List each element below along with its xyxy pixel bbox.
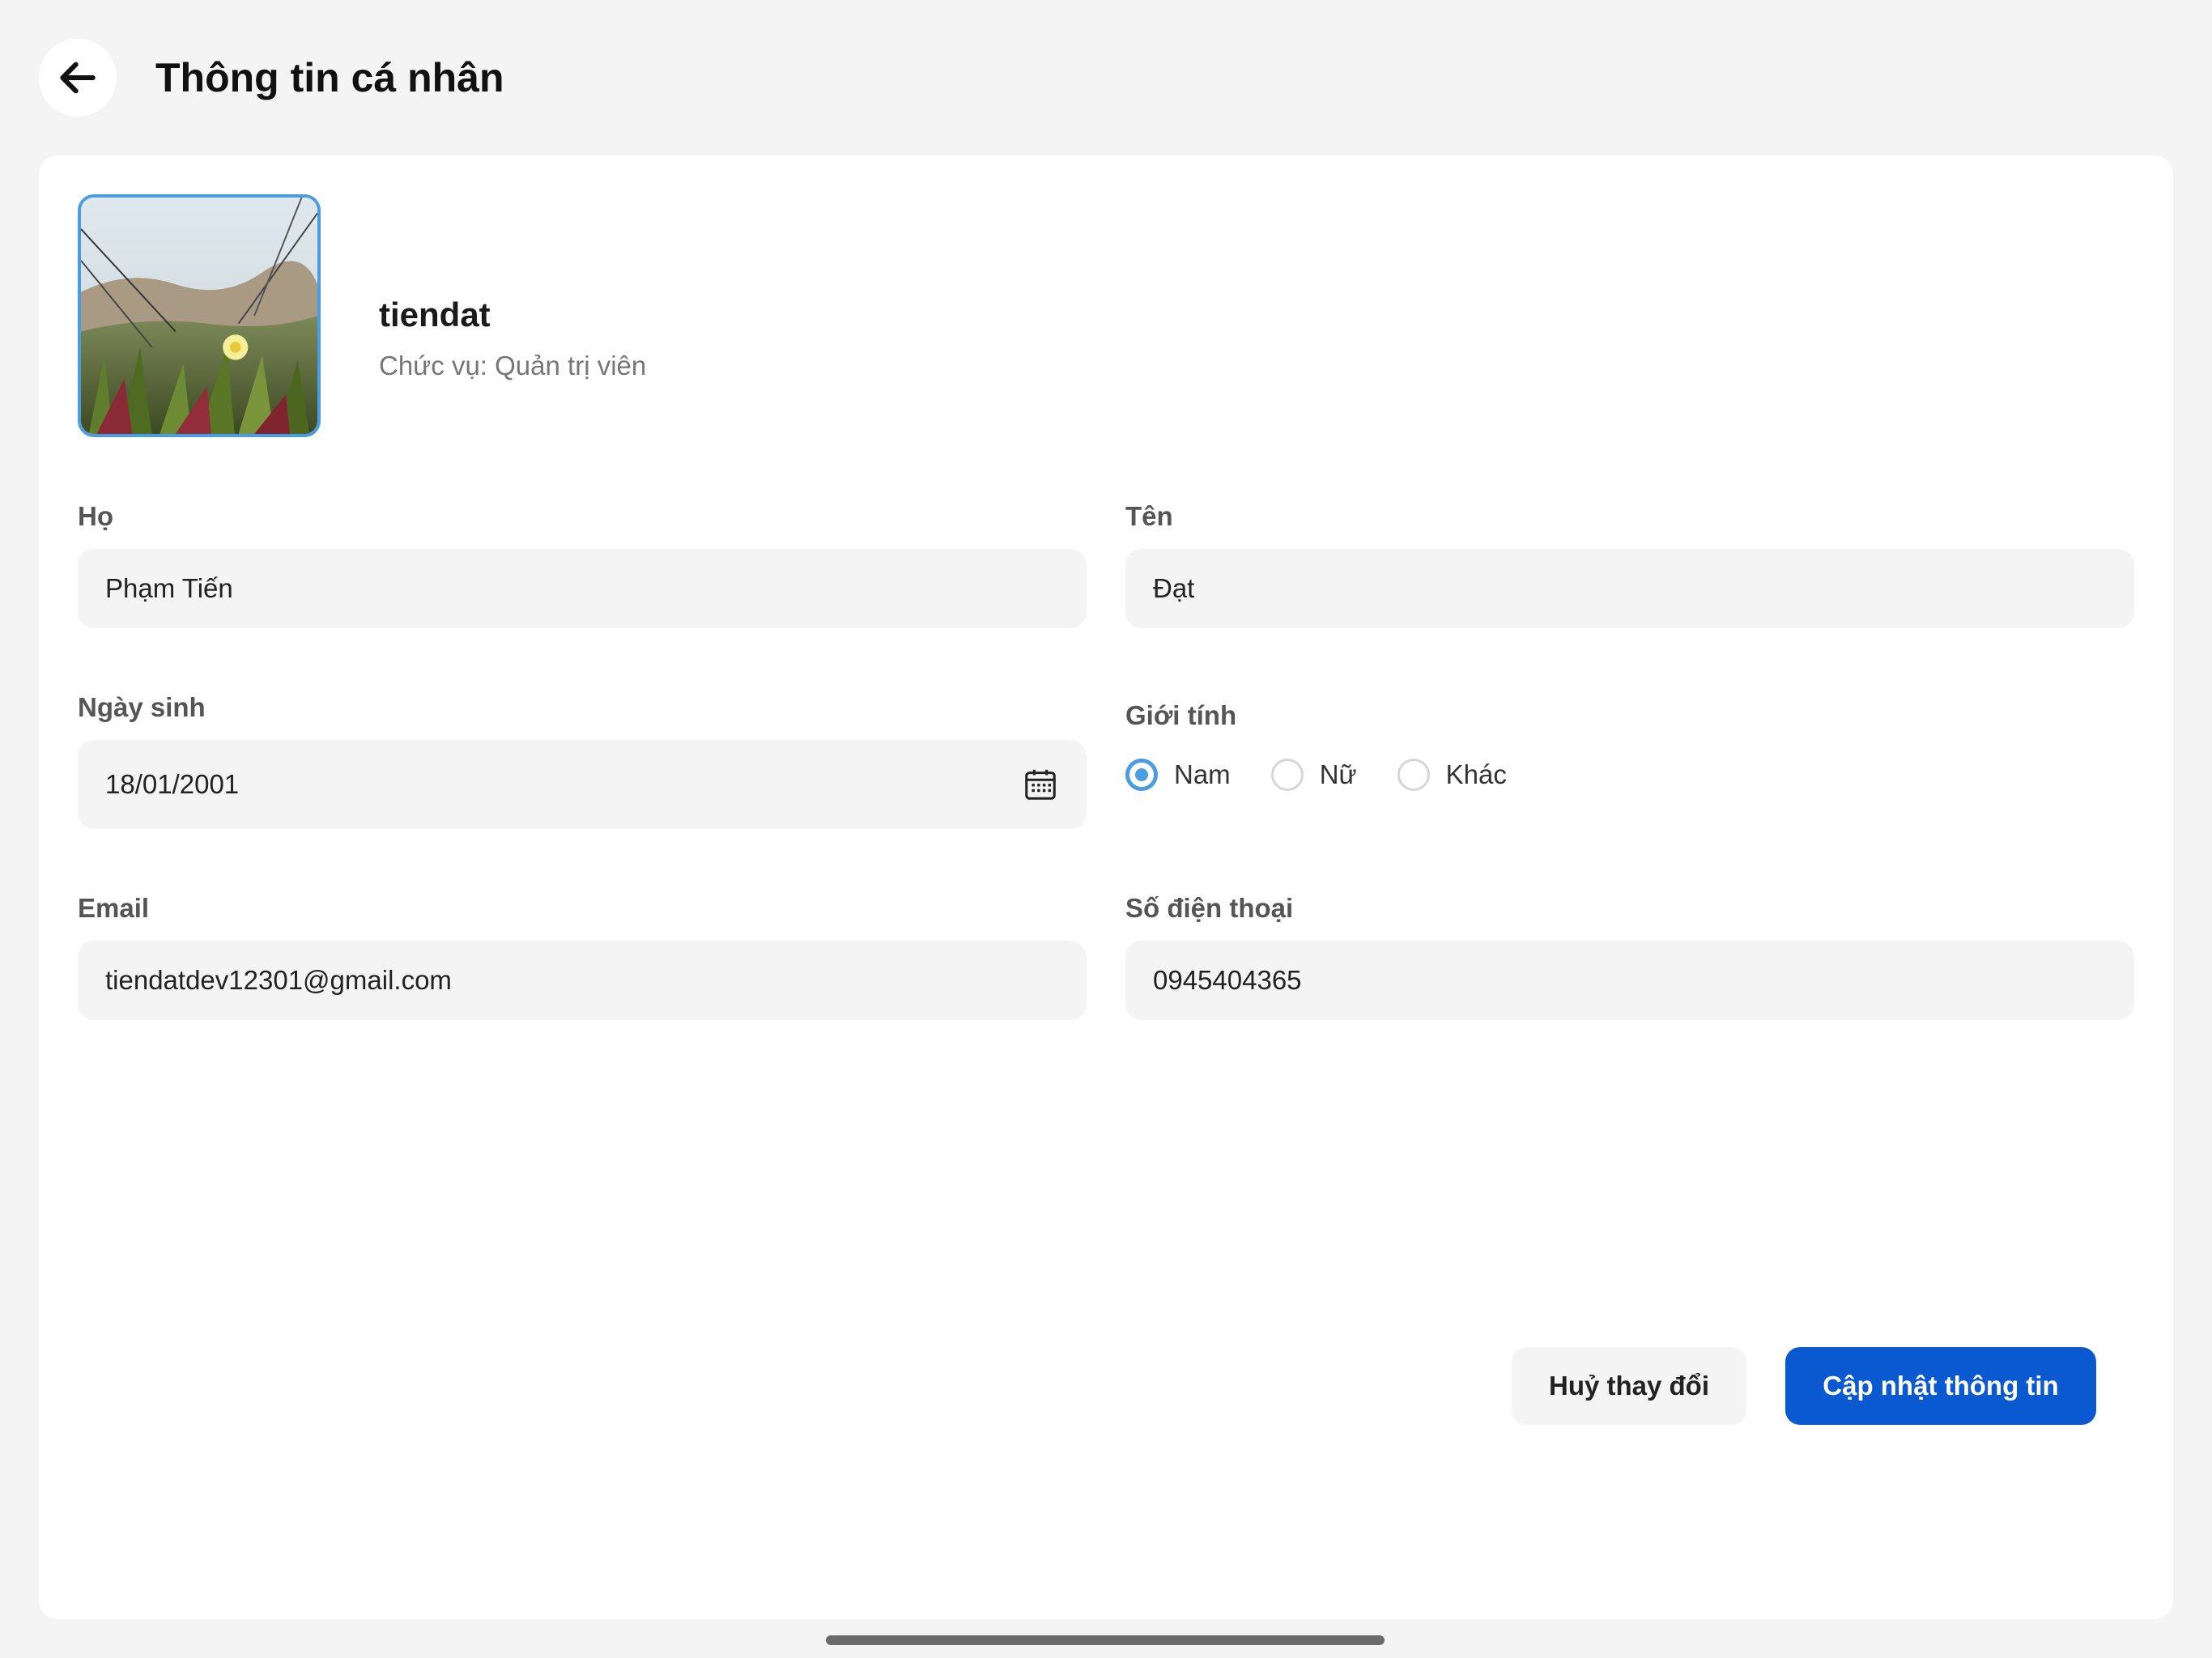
first-name-value: Đạt: [1153, 573, 1195, 603]
user-role: Chức vụ: Quản trị viên: [379, 351, 647, 380]
first-name-field[interactable]: Đạt: [1125, 549, 2134, 628]
email-label: Email: [78, 893, 150, 923]
gender-option-label: Khác: [1445, 759, 1507, 789]
gender-option-other[interactable]: Khác: [1397, 759, 1507, 791]
gender-radio-group: Nam Nữ Khác: [1125, 755, 1547, 795]
email-field[interactable]: tiendatdev12301@gmail.com: [78, 941, 1087, 1020]
cancel-button[interactable]: Huỷ thay đổi: [1512, 1347, 1746, 1425]
phone-field[interactable]: 0945404365: [1125, 941, 2134, 1020]
gender-option-female[interactable]: Nữ: [1270, 759, 1357, 791]
birthday-label: Ngày sinh: [78, 692, 206, 722]
last-name-field[interactable]: Phạm Tiến: [78, 549, 1087, 628]
first-name-label: Tên: [1125, 501, 1173, 531]
phone-label: Số điện thoại: [1125, 893, 1294, 923]
home-indicator: [826, 1635, 1385, 1645]
last-name-value: Phạm Tiến: [105, 573, 233, 603]
arrow-left-icon: [55, 55, 100, 100]
calendar-icon[interactable]: [1022, 766, 1059, 803]
birthday-value: 18/01/2001: [105, 769, 240, 799]
last-name-label: Họ: [78, 501, 113, 531]
birthday-field[interactable]: 18/01/2001: [78, 740, 1087, 829]
profile-page: Thông tin cá nhân tiendat Chức vụ: Quản …: [0, 0, 2212, 1658]
radio-unchecked-icon: [1270, 759, 1304, 791]
gender-option-male[interactable]: Nam: [1125, 759, 1231, 791]
gender-option-label: Nam: [1174, 759, 1231, 789]
update-button[interactable]: Cập nhật thông tin: [1785, 1347, 2096, 1425]
avatar[interactable]: [78, 194, 321, 437]
gender-label: Giới tính: [1125, 700, 1237, 730]
gender-option-label: Nữ: [1319, 759, 1357, 789]
username: tiendat: [379, 295, 491, 334]
radio-checked-icon: [1125, 759, 1158, 791]
radio-unchecked-icon: [1397, 759, 1430, 791]
email-value: tiendatdev12301@gmail.com: [105, 965, 452, 995]
phone-value: 0945404365: [1153, 965, 1302, 995]
page-title: Thông tin cá nhân: [155, 55, 504, 100]
back-button[interactable]: [39, 39, 117, 117]
